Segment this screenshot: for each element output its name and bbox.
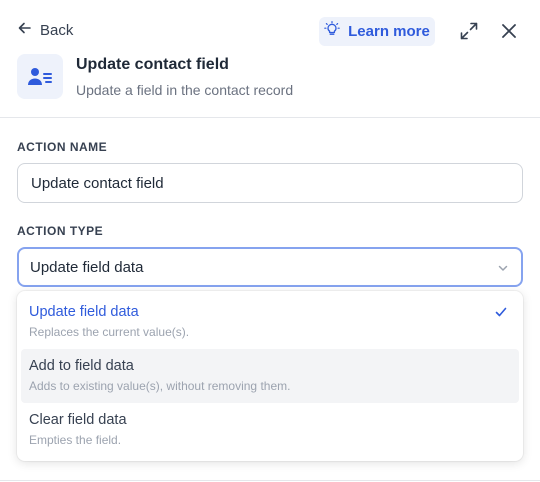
option-description: Replaces the current value(s). (29, 325, 190, 339)
action-name-label: ACTION NAME (17, 140, 108, 154)
page-subtitle: Update a field in the contact record (76, 82, 294, 98)
learn-more-button[interactable]: Learn more (319, 17, 435, 46)
panel-header: Back Learn more Update contact field Upd… (0, 0, 540, 118)
back-label: Back (40, 21, 74, 39)
page-title: Update contact field (76, 56, 229, 73)
action-type-label: ACTION TYPE (17, 224, 104, 238)
action-type-dropdown: Update field data Replaces the current v… (17, 291, 523, 461)
arrow-left-icon (17, 20, 33, 41)
option-label: Add to field data (29, 358, 134, 374)
option-description: Empties the field. (29, 433, 122, 447)
action-type-select[interactable]: Update field data (17, 247, 523, 287)
contact-card-icon (17, 54, 63, 99)
expand-icon[interactable] (457, 19, 481, 43)
action-type-value: Update field data (30, 258, 144, 276)
option-description: Adds to existing value(s), without remov… (29, 379, 291, 393)
option-update-field-data[interactable]: Update field data Replaces the current v… (21, 295, 519, 349)
option-label: Clear field data (29, 412, 127, 428)
chevron-down-icon (497, 261, 509, 279)
close-icon[interactable] (497, 19, 521, 43)
option-label: Update field data (29, 304, 139, 320)
check-icon (494, 305, 508, 324)
option-clear-field-data[interactable]: Clear field data Empties the field. (21, 403, 519, 457)
action-name-input[interactable] (17, 163, 523, 203)
learn-more-label: Learn more (348, 23, 430, 40)
lightbulb-icon (324, 21, 340, 42)
action-panel: Back Learn more Update contact field Upd… (0, 0, 540, 482)
divider (0, 480, 540, 481)
option-add-to-field-data[interactable]: Add to field data Adds to existing value… (21, 349, 519, 403)
back-button[interactable]: Back (17, 19, 73, 41)
